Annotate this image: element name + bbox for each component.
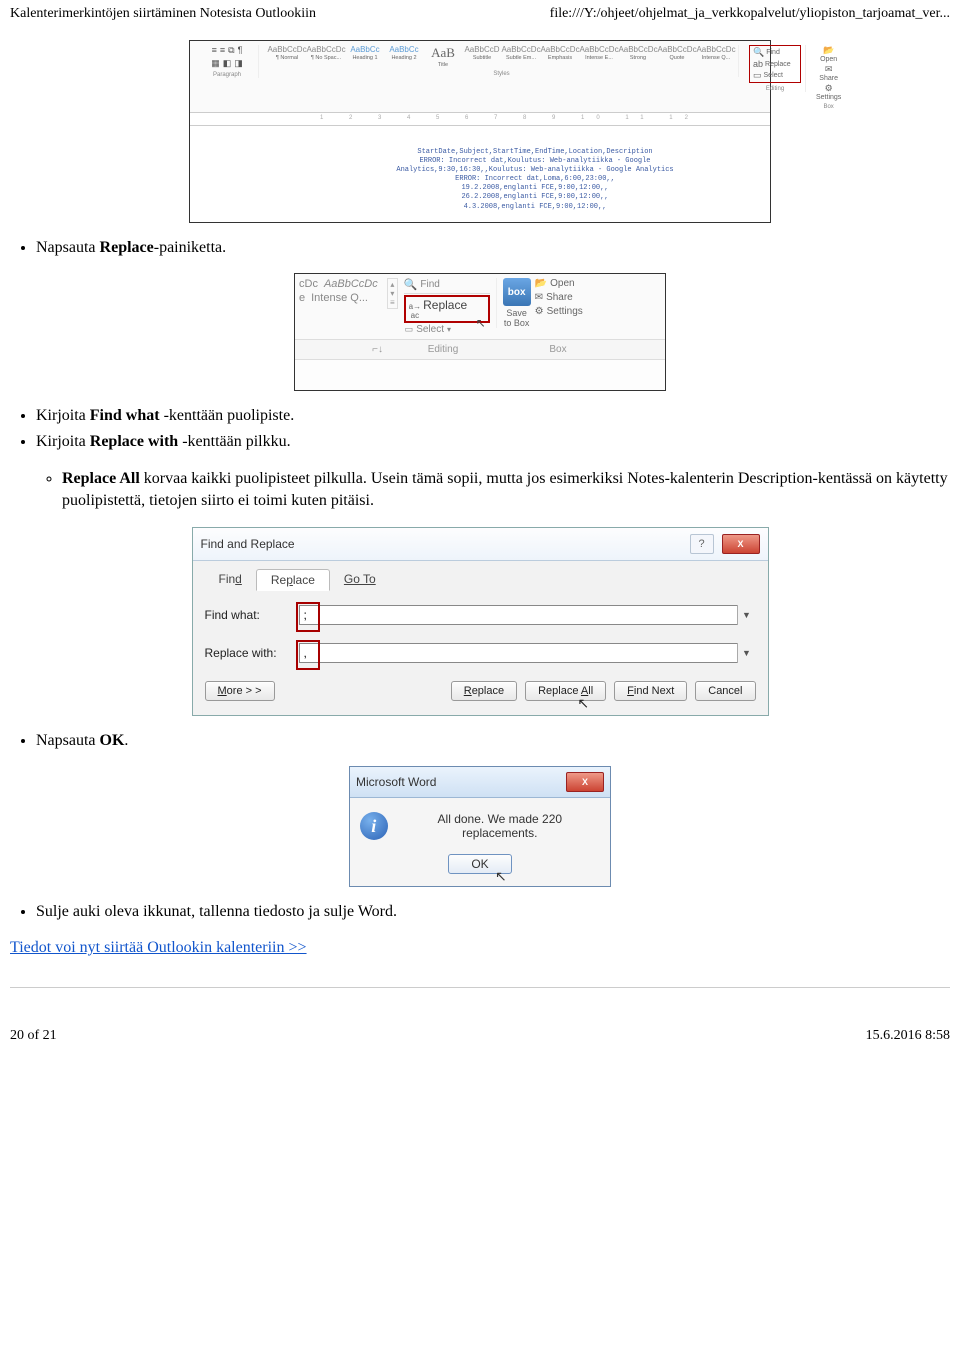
replace-all-button[interactable]: Replace All↖ <box>525 681 606 701</box>
close-button[interactable]: X <box>722 534 760 554</box>
bullet-replace: Napsauta Replace-painiketta. <box>36 237 950 259</box>
info-message: All done. We made 220 replacements. <box>400 812 600 840</box>
page-count: 20 of 21 <box>10 1028 57 1044</box>
editing-group-highlight: 🔍Find abReplace ▭Select <box>749 45 801 83</box>
close-button[interactable]: X <box>566 772 604 792</box>
box-icon: box <box>503 278 531 306</box>
dialog-title: Microsoft Word <box>356 775 436 789</box>
find-dropdown[interactable]: ▼ <box>737 605 756 625</box>
bullet-close: Sulje auki oleva ikkunat, tallenna tiedo… <box>36 901 950 923</box>
bullet-replacewith: Kirjoita Replace with -kenttään pilkku. … <box>36 431 950 512</box>
page-url: file:///Y:/ohjeet/ohjelmat_ja_verkkopalv… <box>550 6 950 22</box>
find-next-button[interactable]: Find Next <box>614 681 687 701</box>
page-date: 15.6.2016 8:58 <box>866 1028 950 1044</box>
tab-goto[interactable]: Go To <box>330 569 390 591</box>
find-what-label: Find what: <box>205 608 293 622</box>
bullet-ok: Napsauta OK. <box>36 730 950 752</box>
bullet-replaceall: Replace All korvaa kaikki puolipisteet p… <box>62 468 950 513</box>
word-ribbon-screenshot: ≡≡⧉¶ ▦◧◨ Paragraph AaBbCcDc¶ Normal AaBb… <box>189 40 771 223</box>
replace-dropdown[interactable]: ▼ <box>737 643 756 663</box>
find-replace-dialog: Find and Replace ? X Find Replace Go To … <box>192 527 769 716</box>
help-button[interactable]: ? <box>690 534 714 554</box>
cursor-icon: ↖ <box>577 695 589 712</box>
ok-button[interactable]: OK↖ <box>448 854 511 874</box>
document-text: StartDate,Subject,StartTime,EndTime,Loca… <box>330 148 740 212</box>
styles-gallery: AaBbCcDc¶ Normal AaBbCcDc¶ No Spac... Aa… <box>269 45 734 68</box>
info-dialog: Microsoft Word X i All done. We made 220… <box>349 766 611 887</box>
dialog-title: Find and Replace <box>201 537 295 551</box>
page-title: Kalenterimerkintöjen siirtäminen Notesis… <box>10 6 316 22</box>
cursor-icon: ↖ <box>476 316 486 330</box>
replace-with-label: Replace with: <box>205 646 293 660</box>
replace-button-highlight[interactable]: a→acReplace ↖ <box>404 295 490 323</box>
cancel-button[interactable]: Cancel <box>695 681 755 701</box>
editing-group-zoom-screenshot: cDcAaBbCcDc eIntense Q... ▴▾≡ 🔍Find a→ac… <box>294 273 666 391</box>
replace-button[interactable]: Replace <box>451 681 517 701</box>
cursor-icon: ↖ <box>495 868 507 885</box>
find-what-input[interactable] <box>299 605 756 625</box>
outlook-link[interactable]: Tiedot voi nyt siirtää Outlookin kalente… <box>10 939 307 956</box>
tab-replace[interactable]: Replace <box>256 569 330 591</box>
bullet-findwhat: Kirjoita Find what -kenttään puolipiste. <box>36 405 950 427</box>
more-button[interactable]: MMore > >ore > > <box>205 681 275 701</box>
replace-with-input[interactable] <box>299 643 756 663</box>
info-icon: i <box>360 812 388 840</box>
tab-find[interactable]: Find <box>205 569 256 591</box>
